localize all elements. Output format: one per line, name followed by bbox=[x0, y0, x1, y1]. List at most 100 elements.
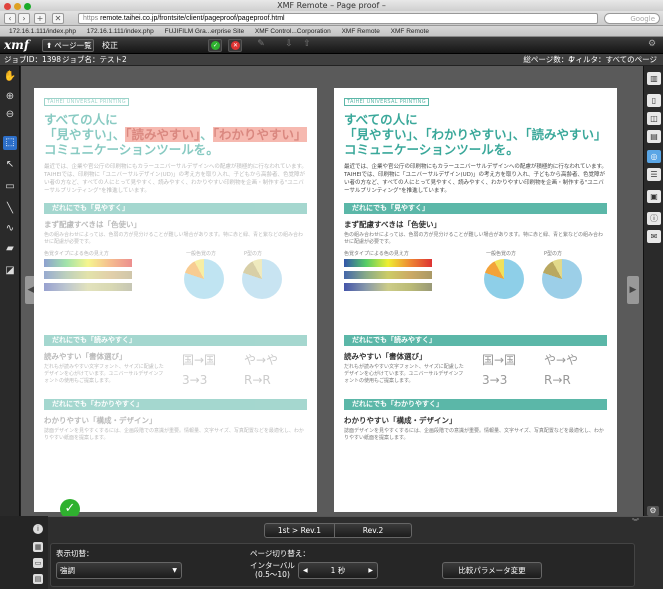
headline: すべての人に 「見やすい」、「わかりやすい」、「読みやすい」 コミュニケーション… bbox=[344, 112, 607, 157]
glyph-sample: 国→国 bbox=[482, 353, 517, 367]
settings-icon[interactable]: ⚙ bbox=[645, 39, 659, 52]
search-input[interactable]: Google bbox=[604, 13, 660, 24]
bookmark-item[interactable]: XMF Control...Corporation bbox=[255, 28, 331, 35]
headline-line-3: コミュニケーションツールを。 bbox=[44, 142, 219, 157]
left-proof-page[interactable]: TAIHEI UNIVERSAL PRINTING すべての人に 「見やすい」、… bbox=[34, 88, 317, 512]
pie-chart bbox=[184, 259, 224, 299]
section-sub-1: まず配慮すべきは「色使い」 bbox=[344, 220, 441, 229]
section-band-3: だれにでも「わかりやすく」 bbox=[344, 399, 607, 410]
panel-toggle-icon[interactable]: ▥ bbox=[647, 72, 661, 85]
separation-icon[interactable]: ☰ bbox=[647, 168, 661, 181]
back-button[interactable]: ‹ bbox=[4, 13, 16, 24]
rev1-button[interactable]: 1st > Rev.1 bbox=[265, 524, 335, 537]
bookmark-item[interactable]: XMF Remote bbox=[342, 28, 380, 35]
layers-icon[interactable]: ▣ bbox=[647, 190, 661, 203]
forward-button[interactable]: › bbox=[18, 13, 30, 24]
marquee-select-icon[interactable]: ⬚ bbox=[3, 136, 17, 150]
print-icon[interactable]: ▤ bbox=[33, 574, 43, 584]
color-icon[interactable]: ◎ bbox=[647, 150, 661, 163]
spread-icon[interactable]: ▤ bbox=[647, 130, 661, 143]
bookmark-item[interactable]: XMF Remote bbox=[391, 28, 429, 35]
info-icon[interactable]: i bbox=[33, 524, 43, 534]
interval-stepper[interactable]: ◀ 1 秒 ▶ bbox=[298, 562, 378, 579]
share-button[interactable]: + bbox=[34, 13, 46, 24]
page-switch-label: ページ切り替え： bbox=[250, 549, 310, 558]
pencil-icon[interactable]: ✎ bbox=[254, 39, 268, 52]
download-icon[interactable]: ⇩ bbox=[282, 39, 296, 52]
layout-icon[interactable]: ▦ bbox=[33, 542, 43, 552]
hand-tool-icon[interactable]: ✋ bbox=[3, 70, 17, 84]
intro-text: 最近では、企業や官公庁の印刷物にもカラーユニバーサルデザインへの配慮が積極的に行… bbox=[44, 164, 307, 194]
single-page-icon[interactable]: ▯ bbox=[647, 94, 661, 107]
approve-button[interactable]: ✓ bbox=[208, 39, 222, 52]
mode-label: 校正 bbox=[102, 41, 118, 50]
headline-line-1: すべての人に bbox=[344, 112, 418, 127]
section-text-2: だれもが読みやすい文字フォント、サイズに配慮したデザインを心がけています。ユニバ… bbox=[44, 364, 164, 384]
page-list-button[interactable]: ⬆ ページ一覧 bbox=[42, 39, 94, 52]
decrease-icon[interactable]: ◀ bbox=[303, 563, 308, 578]
glyph-sample: R→R bbox=[244, 373, 271, 387]
page-list-label: ページ一覧 bbox=[54, 41, 92, 50]
pie-chart bbox=[242, 259, 282, 299]
headline-line-2: 「見やすい」、「読みやすい」、「わかりやすい」 bbox=[44, 127, 307, 142]
collapse-chevron-icon[interactable]: ︾ bbox=[632, 517, 639, 527]
interval-label: インターバル (0.5〜10) bbox=[250, 561, 295, 579]
browser-toolbar: ‹ › + ✕ https remote.taihei.co.jp/fronts… bbox=[0, 11, 663, 26]
section-band-3: だれにでも「わかりやすく」 bbox=[44, 399, 307, 410]
headline: すべての人に 「見やすい」、「読みやすい」、「わかりやすい」 コミュニケーション… bbox=[44, 112, 307, 157]
stop-icon[interactable]: ✕ bbox=[52, 13, 64, 24]
line-icon[interactable]: ╲ bbox=[3, 202, 17, 216]
eraser-icon[interactable]: ◪ bbox=[3, 264, 17, 278]
chart-label-a: 色覚タイプによる色の見え方 bbox=[344, 251, 409, 257]
spectrum-bar bbox=[44, 283, 132, 291]
headline-separator: 、 bbox=[512, 127, 526, 142]
compare-params-button[interactable]: 比較パラメータ変更 bbox=[442, 562, 542, 579]
section-sub-3: わかりやすい「構成・デザイン」 bbox=[44, 416, 157, 425]
section-band-1: だれにでも「見やすく」 bbox=[344, 203, 607, 214]
brand-label: TAIHEI UNIVERSAL PRINTING bbox=[44, 98, 129, 106]
page-viewer[interactable]: ◀ ▶ TAIHEI UNIVERSAL PRINTING すべての人に 「見や… bbox=[21, 66, 643, 516]
pie-chart bbox=[484, 259, 524, 299]
section-text-1: 色の組み合わせによっては、色弱の方が見分けることが難しい場合があります。特に赤と… bbox=[344, 232, 604, 245]
color-chart: 色覚タイプによる色の見え方 一般色覚の方 P型の方 bbox=[44, 251, 307, 305]
increase-icon[interactable]: ▶ bbox=[368, 563, 373, 578]
chart-label-c: P型の方 bbox=[244, 251, 263, 257]
reject-button[interactable]: ✕ bbox=[228, 39, 242, 52]
display-mode-select[interactable]: 強調 ▼ bbox=[56, 562, 182, 579]
rectangle-icon[interactable]: ▭ bbox=[3, 180, 17, 194]
freehand-icon[interactable]: ∿ bbox=[3, 222, 17, 236]
zoom-out-icon[interactable]: ⊖ bbox=[3, 108, 17, 122]
window-title: XMF Remote – Page proof – bbox=[277, 1, 386, 10]
right-proof-page[interactable]: TAIHEI UNIVERSAL PRINTING すべての人に 「見やすい」、… bbox=[334, 88, 617, 512]
diff-highlight: 「わかりやすい」 bbox=[212, 127, 307, 142]
upload-icon[interactable]: ⇧ bbox=[300, 39, 314, 52]
bookmark-item[interactable]: FUJIFILM Gra...erprise Site bbox=[165, 28, 244, 35]
note-icon[interactable]: ✉ bbox=[647, 230, 661, 243]
compare-icon[interactable]: ◫ bbox=[647, 112, 661, 125]
glyph-sample: 国→国 bbox=[182, 353, 217, 367]
spectrum-bar bbox=[344, 259, 432, 267]
bookmark-item[interactable]: 172.16.1.111/index.php bbox=[87, 28, 154, 35]
thumbnails-icon[interactable]: ▭ bbox=[33, 558, 43, 568]
next-page-button[interactable]: ▶ bbox=[627, 276, 639, 304]
bookmark-item[interactable]: 172.16.1.111/index.php bbox=[9, 28, 76, 35]
xmf-logo: xmf bbox=[4, 38, 30, 52]
section-text-3: 誌面デザインを見やすくするには、企画段階での意識が重要。情報量、文字サイズ、写真… bbox=[44, 428, 304, 441]
glyph-sample: や→や bbox=[544, 353, 579, 367]
zoom-in-icon[interactable]: ⊕ bbox=[3, 90, 17, 104]
pointer-icon[interactable]: ↖ bbox=[3, 158, 17, 172]
window-titlebar: XMF Remote – Page proof – bbox=[0, 0, 663, 11]
spectrum-bar bbox=[44, 259, 132, 267]
section-sub-3: わかりやすい「構成・デザイン」 bbox=[344, 416, 457, 425]
info-icon[interactable]: ⓘ bbox=[647, 212, 661, 225]
brand-label: TAIHEI UNIVERSAL PRINTING bbox=[344, 98, 429, 106]
comment-icon[interactable]: ▰ bbox=[3, 242, 17, 256]
diff-highlight: 「読みやすい」 bbox=[125, 127, 201, 142]
url-field[interactable]: https remote.taihei.co.jp/frontsite/clie… bbox=[78, 13, 598, 24]
gear-icon[interactable]: ⚙ bbox=[647, 506, 659, 516]
up-arrow-icon: ⬆ bbox=[46, 41, 53, 50]
headline-quote-3: 「読みやすい」 bbox=[525, 127, 607, 142]
glyph-sample: や→や bbox=[244, 353, 279, 367]
rev2-button[interactable]: Rev.2 bbox=[335, 524, 411, 537]
headline-line-1: すべての人に bbox=[44, 112, 118, 127]
